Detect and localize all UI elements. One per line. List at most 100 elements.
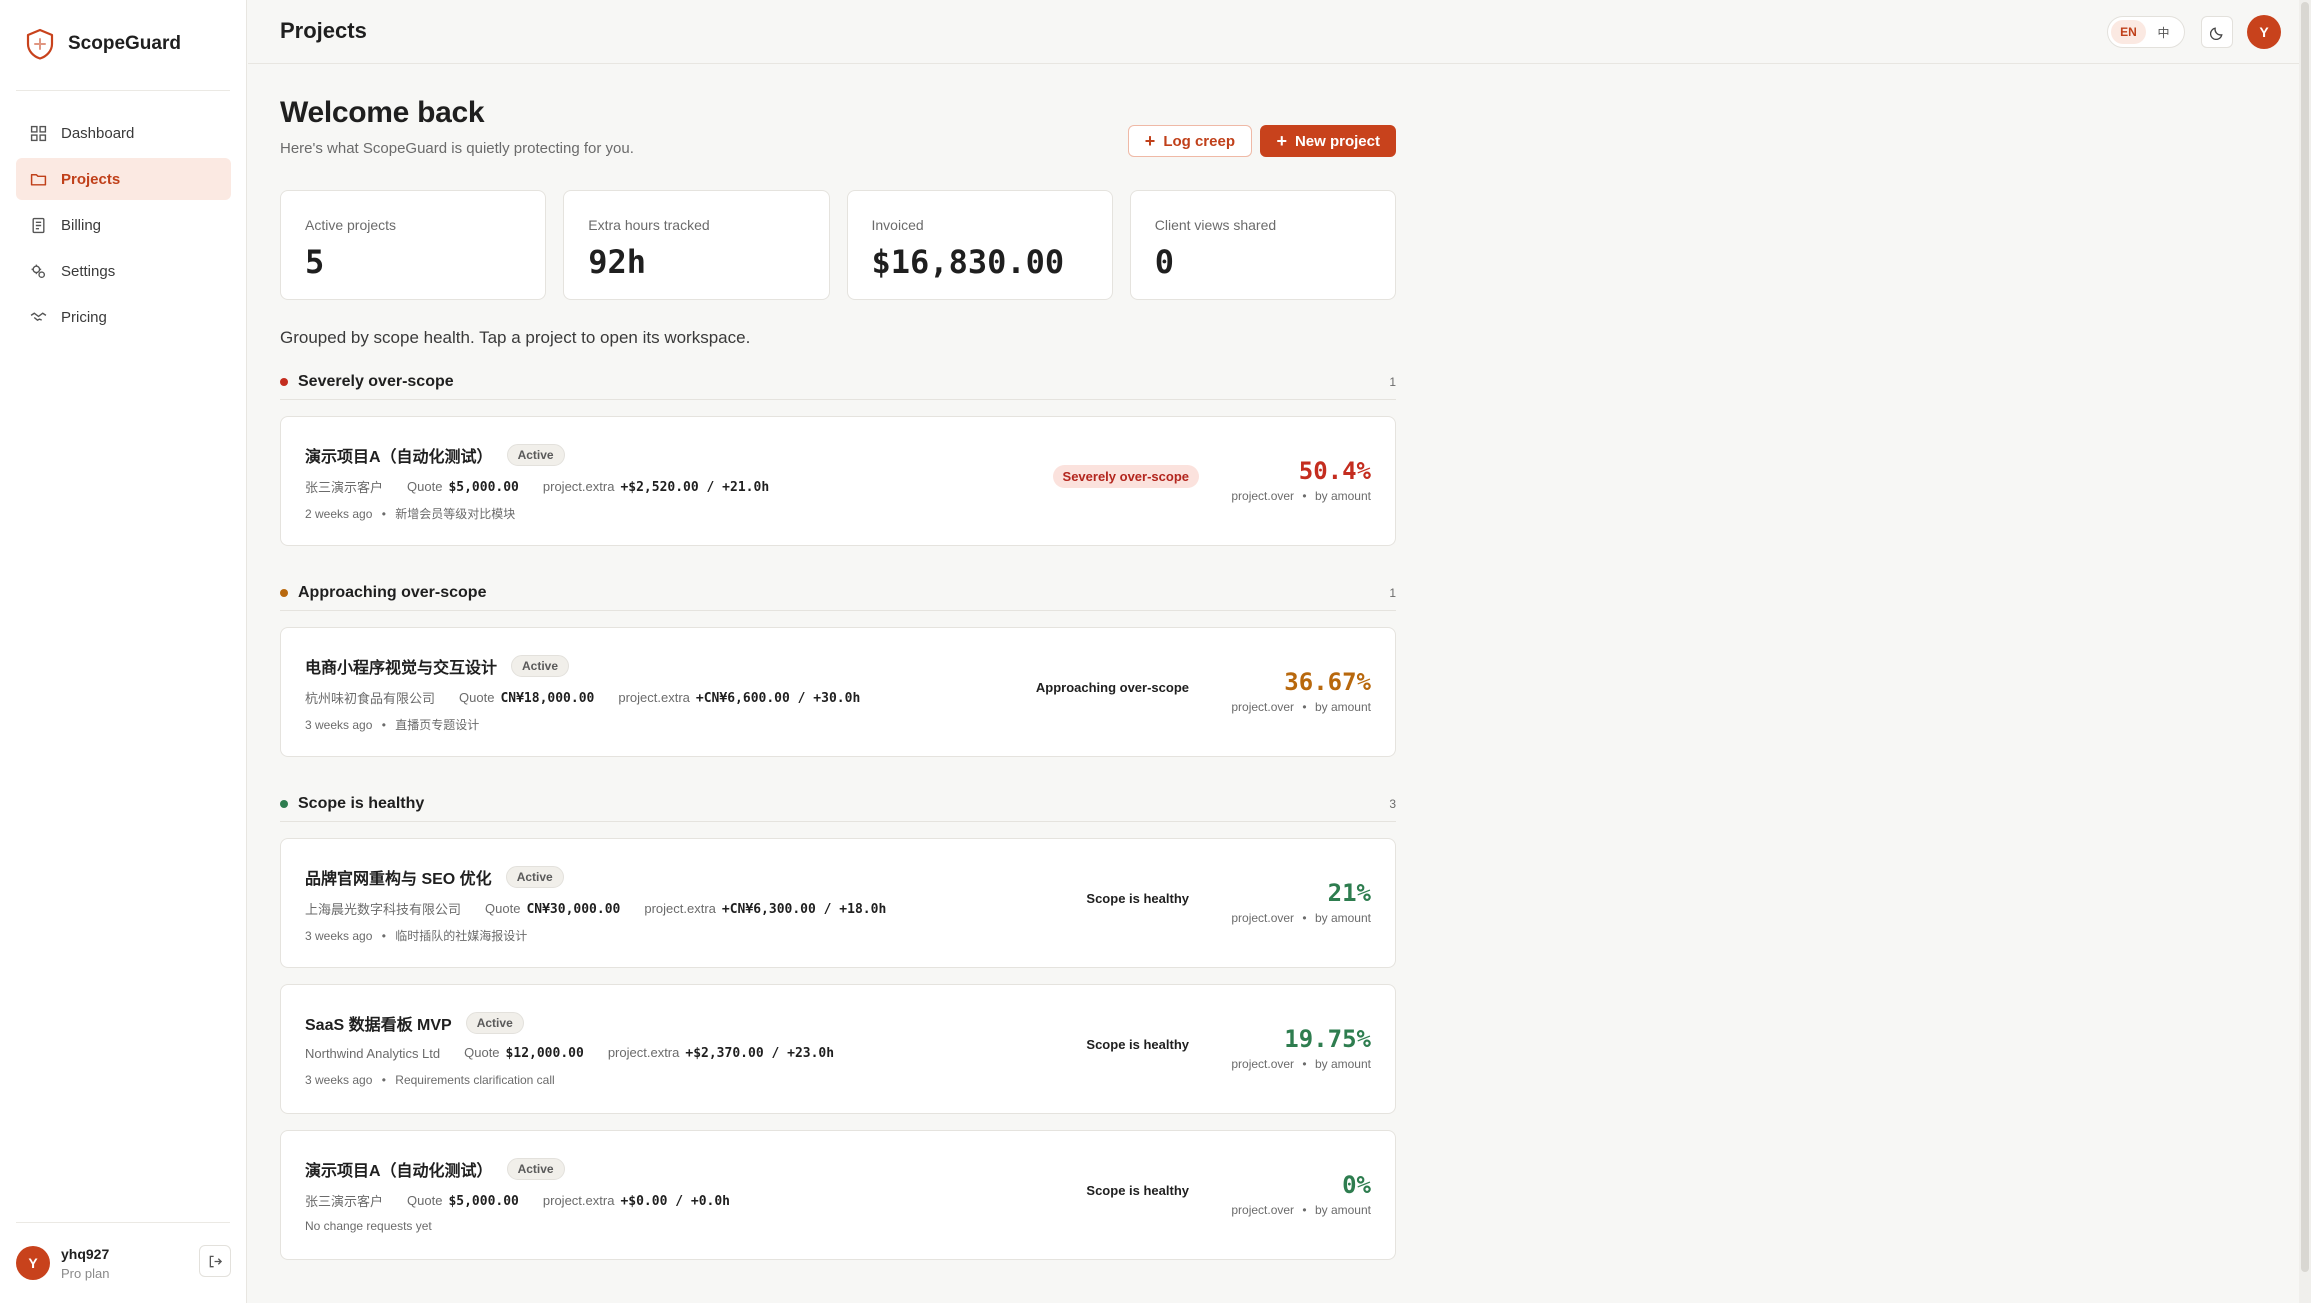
scrollbar[interactable] <box>2299 0 2311 1303</box>
extra-label: project.extra <box>542 478 615 494</box>
group-approaching-over-scope: Approaching over-scope 1 电商小程序视觉与交互设计 Ac… <box>280 583 1396 757</box>
percent-basis: by amount <box>1314 1057 1371 1071</box>
percent-caption: project.over • by amount <box>1231 1203 1371 1217</box>
lang-option-en[interactable]: EN <box>2111 20 2146 44</box>
percent-label: project.over <box>1231 1057 1295 1071</box>
stat-card-extra-hours: Extra hours tracked 92h <box>563 190 830 300</box>
quote-label: Quote <box>464 1045 500 1060</box>
project-card[interactable]: SaaS 数据看板 MVP Active Northwind Analytics… <box>280 984 1396 1114</box>
scope-status-pill: Approaching over-scope <box>1035 680 1189 695</box>
sidebar-item-settings[interactable]: Settings <box>16 250 231 292</box>
sidebar-item-label: Projects <box>61 170 121 188</box>
percent-label: project.over <box>1231 489 1295 503</box>
lang-option-zh[interactable]: 中 <box>2146 20 2181 44</box>
status-badge: Active <box>506 1158 565 1180</box>
separator-dot: • <box>381 718 386 732</box>
scope-status-pill: Scope is healthy <box>1086 1037 1189 1052</box>
separator-dot: • <box>1302 1057 1307 1071</box>
plus-icon: + <box>1276 131 1287 151</box>
client-name: Northwind Analytics Ltd <box>305 1045 441 1061</box>
project-title-row: 电商小程序视觉与交互设计 Active <box>305 654 570 678</box>
project-card[interactable]: 电商小程序视觉与交互设计 Active 杭州味初食品有限公司 Quote CN¥1… <box>280 627 1396 757</box>
stat-label: Invoiced <box>871 217 924 233</box>
stat-label: Active projects <box>305 217 397 233</box>
group-count: 3 <box>1389 796 1396 811</box>
project-updated: 3 weeks ago <box>305 1073 373 1087</box>
log-creep-label: Log creep <box>1163 132 1235 150</box>
scrollbar-thumb[interactable] <box>2301 2 2309 1272</box>
log-creep-button[interactable]: + Log creep <box>1127 125 1252 157</box>
avatar[interactable]: Y <box>2247 15 2281 49</box>
percent-basis: by amount <box>1314 1203 1371 1217</box>
avatar[interactable]: Y <box>16 1246 50 1280</box>
project-note: No change requests yet <box>305 1219 432 1233</box>
client-name: 张三演示客户 <box>305 480 384 495</box>
percent-basis: by amount <box>1314 489 1371 503</box>
separator-dot: • <box>1302 700 1307 714</box>
group-title: Severely over-scope <box>298 372 454 390</box>
new-project-button[interactable]: + New project <box>1260 125 1396 157</box>
stat-value: $16,830.00 <box>871 243 1065 281</box>
status-dot <box>280 377 288 386</box>
group-scope-healthy: Scope is healthy 3 品牌官网重构与 SEO 优化 Active… <box>280 794 1396 1260</box>
project-title-row: SaaS 数据看板 MVP Active <box>305 1011 524 1035</box>
quote-label: Quote <box>459 689 495 705</box>
logout-button[interactable] <box>199 1245 231 1277</box>
quote: Quote CN¥18,000.00 <box>459 690 594 706</box>
project-footer: 2 weeks ago • 新增会员等级对比模块 <box>305 505 515 522</box>
quote: Quote $12,000.00 <box>464 1045 584 1061</box>
language-toggle[interactable]: EN 中 <box>2107 16 2185 48</box>
stat-card-active-projects: Active projects 5 <box>280 190 547 300</box>
client-name: 杭州味初食品有限公司 <box>305 691 436 706</box>
project-title-row: 品牌官网重构与 SEO 优化 Active <box>305 865 564 889</box>
project-note: 临时插队的社媒海报设计 <box>395 929 528 943</box>
sidebar-item-label: Settings <box>61 262 116 280</box>
sidebar-footer-divider <box>16 1222 230 1223</box>
user-plan: Pro plan <box>61 1265 110 1281</box>
quote-value: $5,000.00 <box>448 1193 519 1209</box>
percent-label: project.over <box>1231 911 1295 925</box>
project-meta: 张三演示客户 Quote $5,000.00 project.extra +$0.0… <box>305 1191 730 1210</box>
sidebar-item-dashboard[interactable]: Dashboard <box>16 112 231 154</box>
status-badge: Active <box>465 1012 524 1034</box>
sidebar-item-billing[interactable]: Billing <box>16 204 231 246</box>
percent-caption: project.over • by amount <box>1231 911 1371 925</box>
stat-value: 92h <box>588 243 647 281</box>
project-card[interactable]: 演示项目A（自动化测试） Active 张三演示客户 Quote $5,000.0… <box>280 1130 1396 1260</box>
quote-label: Quote <box>407 478 443 494</box>
client-name: 张三演示客户 <box>305 1194 384 1209</box>
scope-status-pill: Scope is healthy <box>1086 891 1189 906</box>
extra-value: +CN¥6,300.00 / +18.0h <box>721 901 887 917</box>
sidebar-item-label: Pricing <box>61 308 107 326</box>
project-card[interactable]: 品牌官网重构与 SEO 优化 Active 上海晨光数字科技有限公司 Quote… <box>280 838 1396 968</box>
moon-icon <box>2209 26 2223 40</box>
project-updated: 2 weeks ago <box>305 507 373 521</box>
project-footer: 3 weeks ago • 临时插队的社媒海报设计 <box>305 927 527 944</box>
over-percent: 36.67% <box>1284 668 1371 696</box>
group-count: 1 <box>1389 585 1396 600</box>
project-updated: 3 weeks ago <box>305 718 373 732</box>
sidebar-item-label: Billing <box>61 216 102 234</box>
over-percent: 0% <box>1342 1171 1371 1199</box>
project-footer: No change requests yet <box>305 1219 432 1233</box>
stat-label: Extra hours tracked <box>588 217 710 233</box>
separator-dot: • <box>381 929 386 943</box>
project-card[interactable]: 演示项目A（自动化测试） Active 张三演示客户 Quote $5,000.0… <box>280 416 1396 546</box>
project-meta: 张三演示客户 Quote $5,000.00 project.extra +$2,5… <box>305 477 769 496</box>
brand[interactable]: ScopeGuard <box>26 28 181 60</box>
sidebar-item-pricing[interactable]: Pricing <box>16 296 231 338</box>
percent-basis: by amount <box>1314 911 1371 925</box>
over-percent: 21% <box>1327 879 1371 907</box>
quote-label: Quote <box>485 900 521 916</box>
sidebar-item-projects[interactable]: Projects <box>16 158 231 200</box>
scope-status-pill: Scope is healthy <box>1086 1183 1189 1198</box>
stat-value: 0 <box>1154 243 1175 281</box>
project-meta: Northwind Analytics Ltd Quote $12,000.00 … <box>305 1045 834 1061</box>
theme-toggle-button[interactable] <box>2201 16 2233 48</box>
quote-value: $5,000.00 <box>448 479 519 495</box>
stat-label: Client views shared <box>1154 217 1277 233</box>
shield-logo-icon <box>26 28 54 60</box>
over-percent: 19.75% <box>1284 1025 1371 1053</box>
new-project-label: New project <box>1294 132 1380 150</box>
percent-caption: project.over • by amount <box>1231 700 1371 714</box>
